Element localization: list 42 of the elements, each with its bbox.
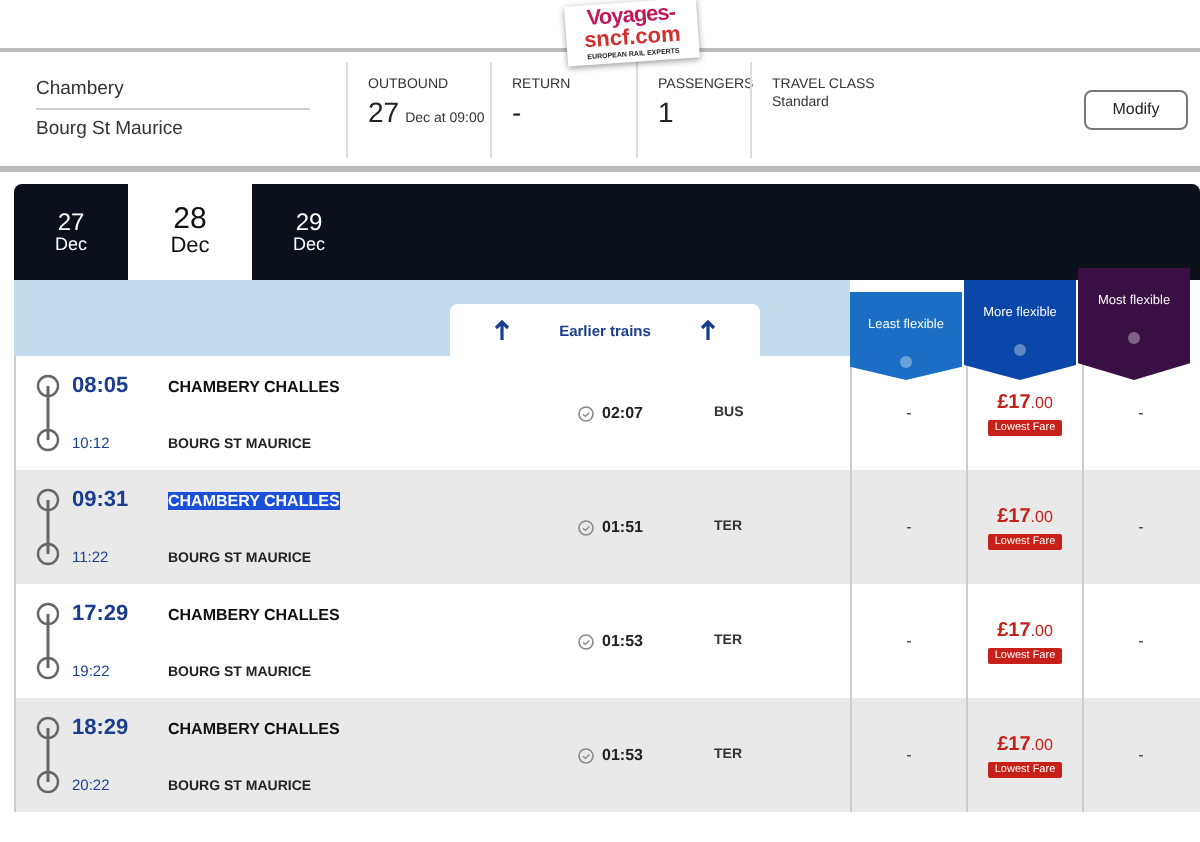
journey-timeline-icon xyxy=(36,602,60,680)
no-fare: - xyxy=(906,746,912,764)
destination-station: Bourg St Maurice xyxy=(36,116,185,144)
up-arrow-icon xyxy=(699,320,716,340)
origin-station: Chambery xyxy=(36,70,310,110)
fare-price[interactable]: £17.00 xyxy=(997,619,1053,641)
no-fare: - xyxy=(906,632,912,650)
journey-timeline-icon xyxy=(36,488,60,566)
journey-timeline-icon xyxy=(36,374,60,452)
departure-station: CHAMBERY CHALLES xyxy=(168,720,340,738)
up-arrow-icon xyxy=(494,320,510,340)
fare-price[interactable]: £17.00 xyxy=(997,733,1053,755)
date-tab[interactable]: 28 Dec xyxy=(128,184,252,280)
journey-duration: 01:51 xyxy=(602,518,643,536)
field-value: 27 xyxy=(368,95,400,127)
departure-station: CHAMBERY CHALLES xyxy=(168,492,340,510)
departure-time: 18:29 xyxy=(72,716,131,740)
fare-price[interactable]: £17.00 xyxy=(997,505,1053,527)
no-fare: - xyxy=(1138,746,1144,764)
journey-duration: 01:53 xyxy=(602,746,643,764)
journey-duration: 01:53 xyxy=(602,632,643,650)
no-fare: - xyxy=(906,518,912,536)
departure-time: 17:29 xyxy=(72,602,131,626)
departure-station: CHAMBERY CHALLES xyxy=(168,606,340,624)
info-icon[interactable] xyxy=(1014,344,1026,356)
date-tab[interactable]: 27 Dec xyxy=(14,184,128,280)
departure-time: 09:31 xyxy=(72,488,131,512)
journey-timeline-icon xyxy=(36,716,60,794)
no-fare: - xyxy=(1138,518,1144,536)
fare-price[interactable]: £17.00 xyxy=(997,391,1053,413)
info-icon[interactable] xyxy=(1128,332,1140,344)
field-value: 1 xyxy=(658,95,674,127)
no-fare: - xyxy=(906,404,912,422)
info-icon[interactable] xyxy=(900,356,912,368)
field-value: - xyxy=(512,95,522,127)
journey-duration: 02:07 xyxy=(602,404,643,422)
no-fare: - xyxy=(1138,632,1144,650)
departure-time: 08:05 xyxy=(72,374,131,398)
no-fare: - xyxy=(1138,404,1144,422)
date-tab[interactable]: 29 Dec xyxy=(252,184,366,280)
departure-station: CHAMBERY CHALLES xyxy=(168,378,340,396)
modify-button[interactable]: Modify xyxy=(1084,89,1188,129)
